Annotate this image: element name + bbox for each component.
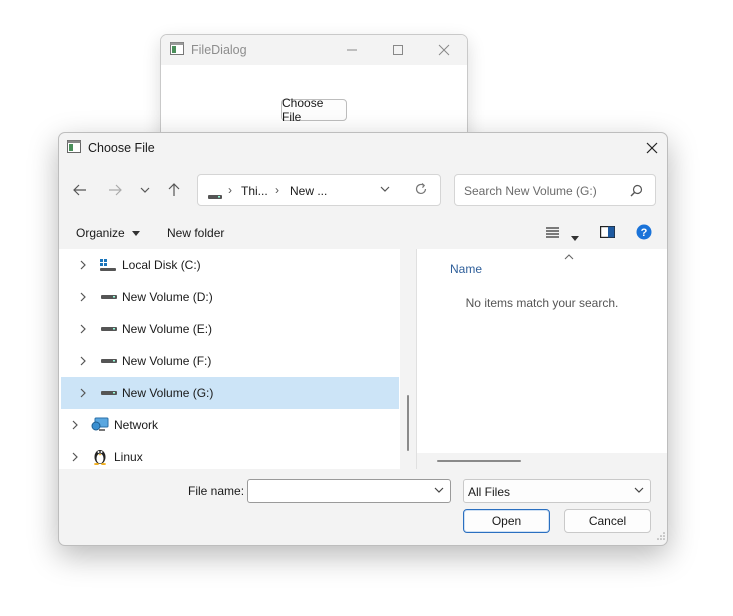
breadcrumb-separator-icon: ›: [228, 183, 232, 197]
column-header-name[interactable]: Name: [450, 262, 482, 276]
file-name-input[interactable]: [247, 479, 451, 503]
empty-results-message: No items match your search.: [465, 296, 619, 310]
minimize-button[interactable]: [329, 35, 375, 65]
file-type-select[interactable]: All Files: [463, 479, 651, 503]
new-folder-button[interactable]: New folder: [167, 226, 224, 240]
chevron-down-icon: [140, 187, 150, 193]
arrow-right-icon: [109, 184, 122, 196]
nav-item-label: New Volume (E:): [122, 322, 213, 336]
refresh-button[interactable]: [414, 182, 428, 199]
command-bar: Organize New folder ?: [59, 217, 667, 249]
up-button[interactable]: [161, 177, 187, 203]
nav-item-label: New Volume (D:): [122, 290, 213, 304]
chevron-right-icon: [80, 356, 86, 366]
nav-item-label: Linux: [114, 450, 143, 464]
help-icon: ?: [636, 224, 652, 240]
chevron-right-icon: [72, 420, 78, 430]
breadcrumb-separator-icon: ›: [275, 183, 279, 197]
nav-item-label: Local Disk (C:): [122, 258, 201, 272]
parent-title-bar: FileDialog: [161, 35, 467, 65]
navigation-pane: Local Disk (C:) New Volume (D:) New Volu…: [59, 249, 416, 469]
chevron-right-icon: [80, 260, 86, 270]
linux-penguin-icon: [94, 450, 106, 465]
file-type-value: All Files: [468, 485, 511, 499]
arrow-left-icon: [73, 184, 86, 196]
breadcrumb-new-volume[interactable]: New ...: [290, 184, 327, 198]
organize-label: Organize: [76, 226, 125, 240]
view-dropdown-button[interactable]: [571, 230, 579, 244]
maximize-button[interactable]: [375, 35, 421, 65]
local-disk-icon: [100, 259, 116, 271]
arrow-up-icon: [168, 183, 180, 196]
maximize-icon: [393, 45, 403, 55]
nav-item-new-volume-e[interactable]: New Volume (E:): [61, 313, 399, 345]
search-box[interactable]: Search New Volume (G:): [454, 174, 656, 206]
nav-item-local-disk-c[interactable]: Local Disk (C:): [61, 249, 399, 281]
breadcrumb-this-pc[interactable]: Thi...: [241, 184, 268, 198]
dialog-close-button[interactable]: [637, 133, 667, 163]
sort-ascending-icon: [564, 249, 574, 263]
address-dropdown-button[interactable]: [380, 183, 390, 198]
content-hscrollbar-thumb[interactable]: [437, 460, 521, 462]
organize-menu-button[interactable]: Organize: [76, 226, 141, 240]
network-icon: [91, 417, 109, 431]
parent-window-title: FileDialog: [191, 43, 247, 57]
search-input[interactable]: Search New Volume (G:): [464, 184, 597, 198]
nav-item-new-volume-f[interactable]: New Volume (F:): [61, 345, 399, 377]
open-button[interactable]: Open: [463, 509, 550, 533]
content-pane: Name No items match your search.: [417, 249, 667, 469]
content-hscrollbar[interactable]: [417, 453, 667, 469]
back-button[interactable]: [67, 177, 93, 203]
nav-item-label: New Volume (F:): [122, 354, 212, 368]
file-name-label: File name:: [188, 484, 245, 498]
chevron-down-icon: [434, 487, 444, 493]
caret-down-icon: [132, 231, 141, 237]
list-view-icon: [546, 227, 559, 238]
close-icon: [438, 44, 450, 56]
app-window-icon: [67, 140, 81, 156]
cancel-button[interactable]: Cancel: [564, 509, 651, 533]
svg-text:?: ?: [641, 227, 648, 239]
nav-item-network[interactable]: Network: [61, 409, 399, 441]
drive-icon: [101, 295, 117, 299]
nav-scrollbar-thumb[interactable]: [407, 395, 409, 451]
view-options-button[interactable]: [546, 226, 559, 241]
resize-grip-icon[interactable]: [657, 529, 665, 543]
chevron-right-icon: [80, 324, 86, 334]
address-bar[interactable]: › Thi... › New ...: [197, 174, 441, 206]
preview-pane-icon: [600, 226, 616, 239]
drive-icon: [101, 391, 117, 395]
nav-item-new-volume-g[interactable]: New Volume (G:): [61, 377, 399, 409]
chevron-down-icon: [634, 487, 644, 493]
preview-pane-button[interactable]: [600, 226, 616, 241]
close-button[interactable]: [421, 35, 467, 65]
drive-icon: [208, 189, 222, 203]
file-dialog: Choose File › Thi... › New ... Search Ne…: [58, 132, 668, 546]
help-button[interactable]: ?: [636, 224, 652, 243]
drive-icon: [101, 327, 117, 331]
choose-file-button[interactable]: Choose File: [281, 96, 347, 124]
nav-item-label: Network: [114, 418, 159, 432]
chevron-right-icon: [72, 452, 78, 462]
app-window-icon: [170, 42, 184, 58]
close-icon: [646, 142, 658, 154]
caret-down-icon: [571, 236, 579, 241]
chevron-right-icon: [80, 388, 86, 398]
refresh-icon: [415, 183, 427, 195]
nav-item-linux[interactable]: Linux: [61, 441, 399, 469]
dialog-title: Choose File: [88, 141, 155, 155]
search-icon[interactable]: [630, 184, 643, 200]
chevron-down-icon: [380, 186, 390, 192]
forward-button[interactable]: [102, 177, 128, 203]
nav-item-label: New Volume (G:): [122, 386, 214, 400]
dialog-title-bar: Choose File: [59, 133, 667, 163]
nav-item-new-volume-d[interactable]: New Volume (D:): [61, 281, 399, 313]
drive-icon: [101, 359, 117, 363]
minimize-icon: [347, 49, 357, 51]
chevron-right-icon: [80, 292, 86, 302]
recent-locations-button[interactable]: [132, 177, 158, 203]
